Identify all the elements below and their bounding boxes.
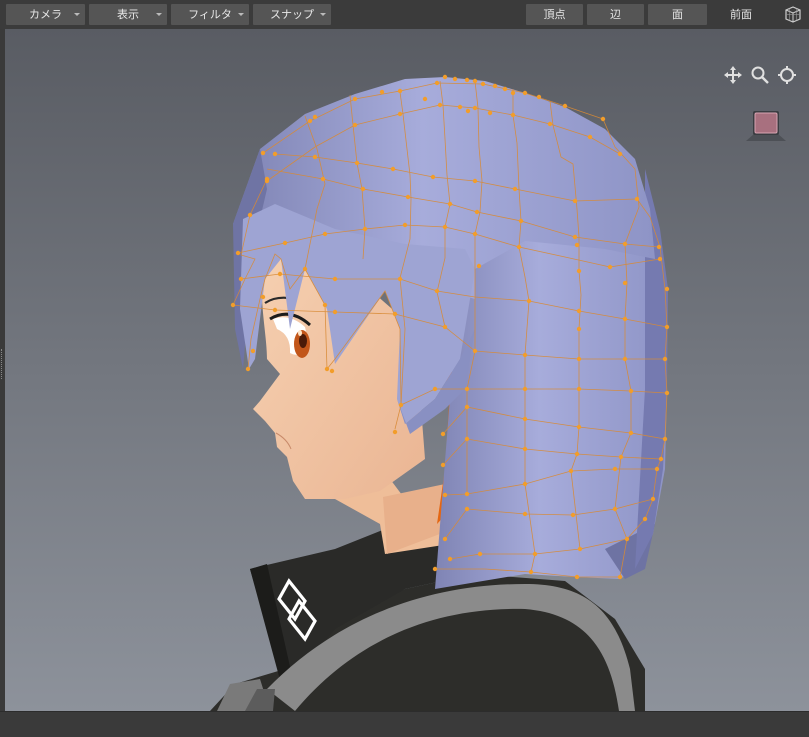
view-cube-icon[interactable] bbox=[783, 5, 802, 24]
orbit-icon[interactable] bbox=[777, 65, 797, 85]
vertex-mode-label: 頂点 bbox=[543, 8, 566, 21]
snap-menu-label: スナップ bbox=[270, 8, 314, 21]
edge-mode-button[interactable]: 辺 bbox=[587, 4, 644, 25]
vertex-mode-button[interactable]: 頂点 bbox=[526, 4, 583, 25]
move-icon[interactable] bbox=[723, 65, 743, 85]
display-menu-label: 表示 bbox=[117, 8, 139, 21]
snap-menu-button[interactable]: スナップ bbox=[253, 4, 331, 25]
camera-menu-label: カメラ bbox=[29, 8, 62, 21]
left-resize-grip[interactable] bbox=[1, 349, 4, 379]
top-toolbar: カメラ 表示 フィルタ スナップ 頂点 辺 面 前面 bbox=[0, 0, 809, 29]
display-menu-button[interactable]: 表示 bbox=[89, 4, 167, 25]
edge-mode-label: 辺 bbox=[610, 8, 621, 21]
view-direction-label: 前面 bbox=[730, 8, 752, 21]
zoom-icon[interactable] bbox=[750, 65, 770, 85]
face-mode-button[interactable]: 面 bbox=[648, 4, 707, 25]
face-mode-label: 面 bbox=[672, 8, 683, 21]
camera-menu-button[interactable]: カメラ bbox=[6, 4, 85, 25]
filter-menu-label: フィルタ bbox=[188, 8, 232, 21]
3d-viewport[interactable] bbox=[5, 29, 809, 711]
filter-menu-button[interactable]: フィルタ bbox=[171, 4, 249, 25]
camera-orientation-widget[interactable] bbox=[734, 107, 798, 143]
view-direction-button[interactable]: 前面 bbox=[712, 4, 770, 25]
scene-render bbox=[5, 29, 809, 711]
status-bar bbox=[0, 711, 809, 737]
